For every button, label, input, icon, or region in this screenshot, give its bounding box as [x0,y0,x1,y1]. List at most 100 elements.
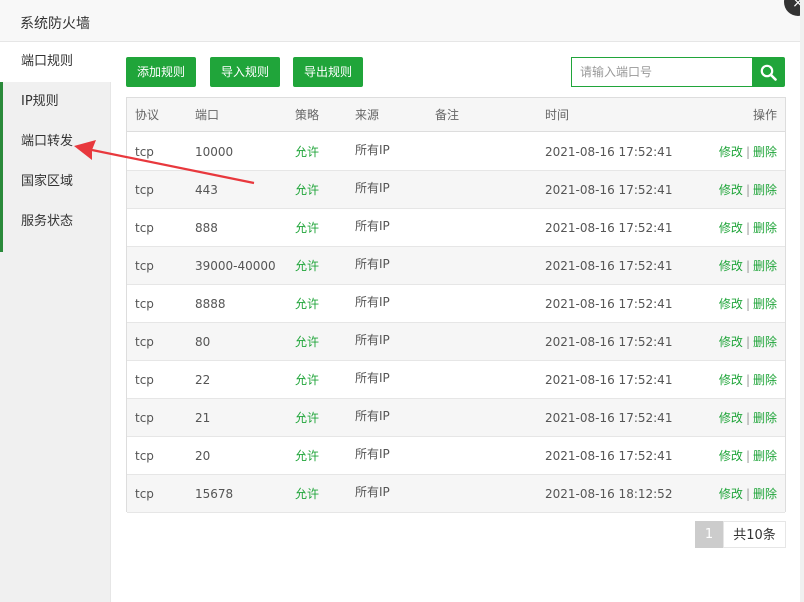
cell-policy: 允许 [295,335,320,349]
delete-link[interactable]: 删除 [753,335,777,349]
sidebar-item-port-forward[interactable]: 端口转发 [0,122,111,162]
edit-link[interactable]: 修改 [719,183,743,197]
edit-link[interactable]: 修改 [719,487,743,501]
dialog-titlebar: 系统防火墙 [0,0,804,42]
cell-protocol: tcp [135,487,154,501]
cell-port: 15678 [195,487,234,501]
edit-link[interactable]: 修改 [719,259,743,273]
port-rules-table: 协议 端口 策略 来源 备注 时间 操作 tcp 10000 允许 所有IP 2021-… [126,97,786,513]
delete-link[interactable]: 删除 [753,297,777,311]
table-row: tcp 39000-40000 允许 所有IP 2021-08-16 17:52:41 修… [127,247,785,285]
cell-source: 所有IP [355,447,390,461]
port-search-input[interactable] [572,58,752,86]
cell-policy: 允许 [295,297,320,311]
sidebar-item-port-rules[interactable]: 端口规则 [0,42,112,82]
delete-link[interactable]: 删除 [753,259,777,273]
edit-link[interactable]: 修改 [719,373,743,387]
header-note: 备注 [435,108,460,122]
cell-time: 2021-08-16 17:52:41 [545,183,673,197]
cell-port: 10000 [195,145,234,159]
sidebar-item-ip-rules[interactable]: IP规则 [0,82,111,122]
header-operation: 操作 [752,108,777,122]
header-policy: 策略 [295,108,320,122]
cell-protocol: tcp [135,449,154,463]
firewall-dialog: 系统防火墙 × 端口规则 IP规则 端口转发 国家区域 服务状态 添加规则 导入… [0,0,804,602]
cell-port: 888 [195,221,218,235]
cell-time: 2021-08-16 17:52:41 [545,221,673,235]
pagination-total: 共10条 [723,521,786,548]
delete-link[interactable]: 删除 [753,449,777,463]
edit-link[interactable]: 修改 [719,411,743,425]
cell-source: 所有IP [355,485,390,499]
background-edge-right [800,0,804,602]
cell-protocol: tcp [135,373,154,387]
cell-protocol: tcp [135,335,154,349]
edit-link[interactable]: 修改 [719,297,743,311]
cell-policy: 允许 [295,449,320,463]
header-time: 时间 [545,108,570,122]
cell-time: 2021-08-16 17:52:41 [545,259,673,273]
cell-policy: 允许 [295,487,320,501]
cell-source: 所有IP [355,181,390,195]
cell-port: 20 [195,449,211,463]
cell-time: 2021-08-16 17:52:41 [545,145,673,159]
delete-link[interactable]: 删除 [753,411,777,425]
cell-port: 21 [195,411,211,425]
cell-operations: 修改 | 删除 [719,209,777,247]
cell-operations: 修改 | 删除 [719,437,777,475]
op-separator: | [745,183,750,197]
table-row: tcp 10000 允许 所有IP 2021-08-16 17:52:41 修改 | 删除 [127,133,785,171]
delete-link[interactable]: 删除 [753,145,777,159]
cell-protocol: tcp [135,221,154,235]
search-button[interactable] [752,57,785,87]
export-rule-button[interactable]: 导出规则 [293,57,364,87]
pagination-page-1[interactable]: 1 [695,521,723,548]
cell-operations: 修改 | 删除 [719,133,777,171]
cell-policy: 允许 [295,259,320,273]
op-separator: | [745,259,750,273]
delete-link[interactable]: 删除 [753,183,777,197]
delete-link[interactable]: 删除 [753,221,777,235]
background-edge [0,82,3,252]
cell-time: 2021-08-16 17:52:41 [545,335,673,349]
cell-protocol: tcp [135,411,154,425]
cell-source: 所有IP [355,371,390,385]
op-separator: | [745,411,750,425]
cell-operations: 修改 | 删除 [719,475,777,513]
cell-port: 22 [195,373,211,387]
cell-source: 所有IP [355,257,390,271]
op-separator: | [745,221,750,235]
cell-source: 所有IP [355,219,390,233]
sidebar-item-region[interactable]: 国家区域 [0,162,111,202]
cell-operations: 修改 | 删除 [719,323,777,361]
cell-operations: 修改 | 删除 [719,171,777,209]
delete-link[interactable]: 删除 [753,487,777,501]
op-separator: | [745,373,750,387]
cell-port: 443 [195,183,218,197]
cell-port: 80 [195,335,211,349]
edit-link[interactable]: 修改 [719,221,743,235]
header-protocol: 协议 [135,108,160,122]
cell-time: 2021-08-16 17:52:41 [545,449,673,463]
cell-policy: 允许 [295,373,320,387]
edit-link[interactable]: 修改 [719,145,743,159]
edit-link[interactable]: 修改 [719,335,743,349]
cell-operations: 修改 | 删除 [719,285,777,323]
table-row: tcp 21 允许 所有IP 2021-08-16 17:52:41 修改 | 删除 [127,399,785,437]
delete-link[interactable]: 删除 [753,373,777,387]
sidebar-item-service-status[interactable]: 服务状态 [0,202,111,242]
table-header: 协议 端口 策略 来源 备注 时间 操作 [127,98,785,132]
cell-policy: 允许 [295,411,320,425]
table-row: tcp 8888 允许 所有IP 2021-08-16 17:52:41 修改 | 删除 [127,285,785,323]
cell-source: 所有IP [355,409,390,423]
table-row: tcp 443 允许 所有IP 2021-08-16 17:52:41 修改 | 删除 [127,171,785,209]
table-row: tcp 15678 允许 所有IP 2021-08-16 18:12:52 修改 | 删除 [127,475,785,513]
edit-link[interactable]: 修改 [719,449,743,463]
cell-policy: 允许 [295,221,320,235]
cell-source: 所有IP [355,143,390,157]
import-rule-button[interactable]: 导入规则 [210,57,281,87]
cell-operations: 修改 | 删除 [719,399,777,437]
add-rule-button[interactable]: 添加规则 [126,57,197,87]
cell-time: 2021-08-16 17:52:41 [545,411,673,425]
header-source: 来源 [355,108,380,122]
